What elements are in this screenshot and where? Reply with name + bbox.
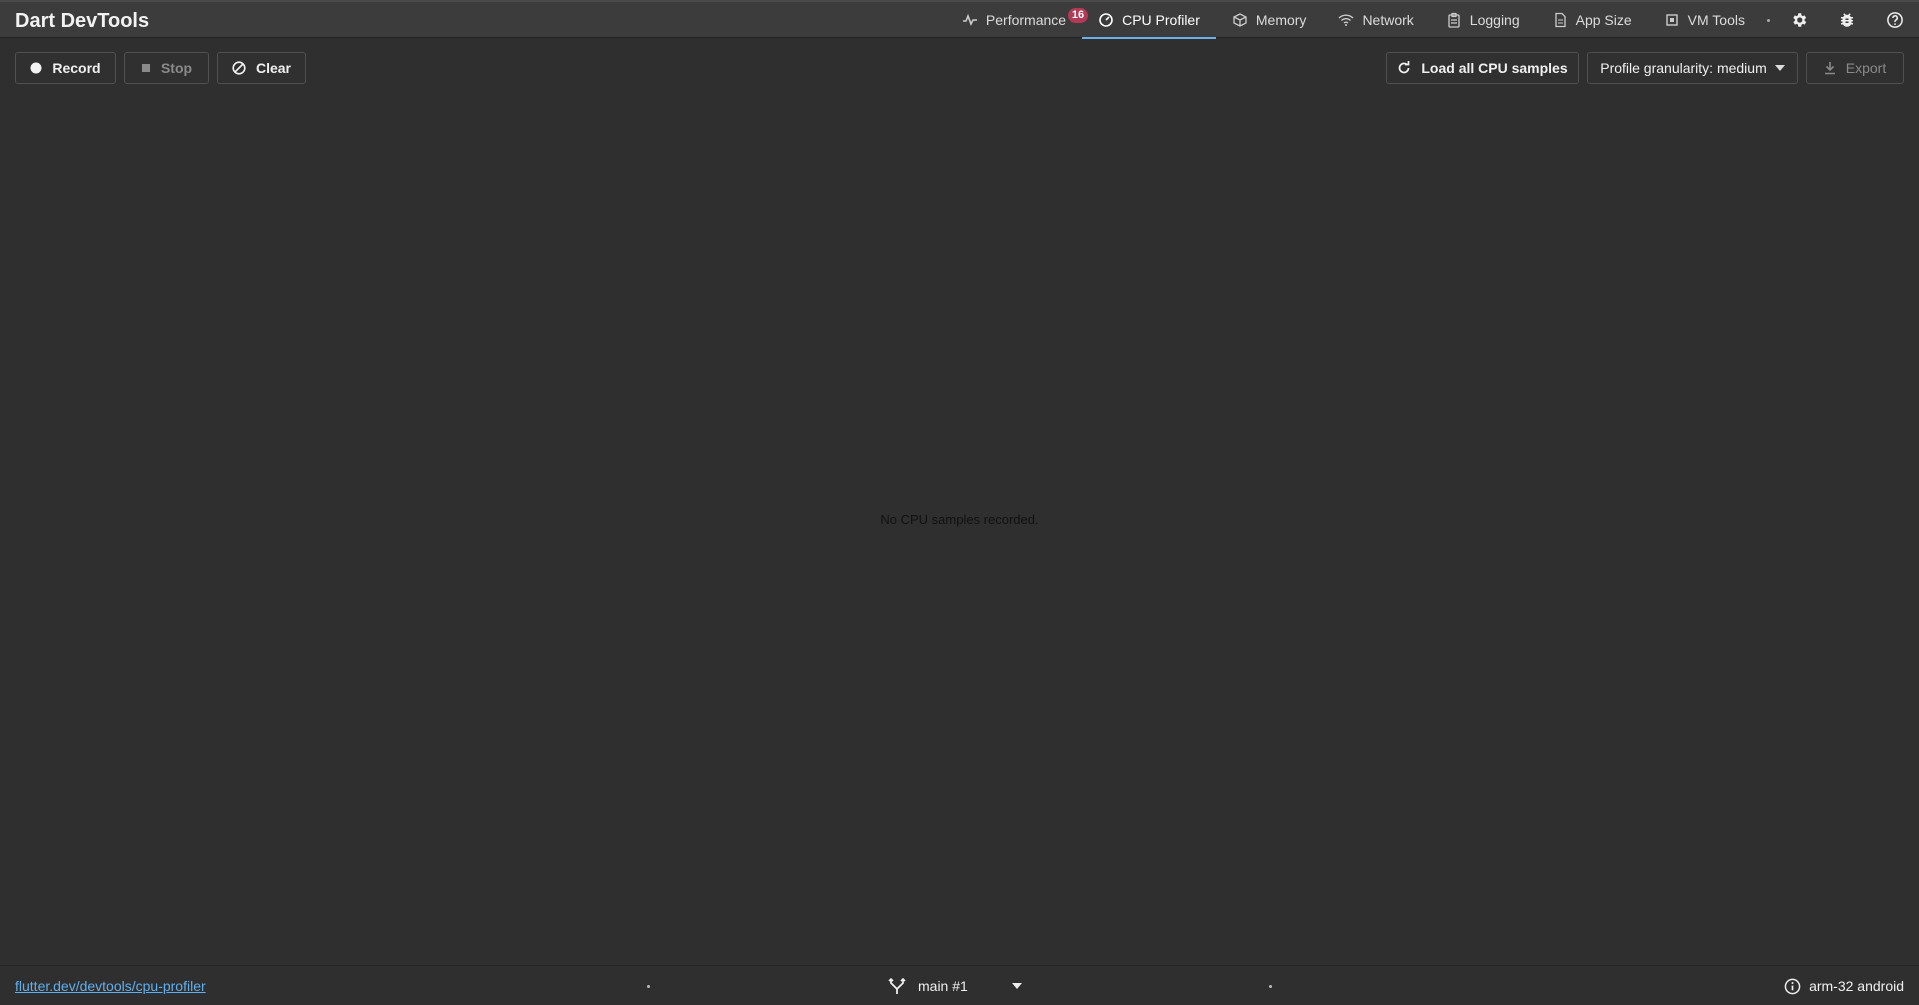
clear-button[interactable]: Clear — [217, 52, 306, 84]
granularity-dropdown[interactable]: Profile granularity: medium — [1587, 52, 1798, 84]
fork-icon — [888, 977, 906, 995]
tab-label: CPU Profiler — [1122, 12, 1200, 28]
stop-label: Stop — [160, 60, 193, 76]
device-info: arm-32 android — [1784, 974, 1904, 998]
stop-button[interactable]: Stop — [124, 52, 209, 84]
download-icon — [1824, 61, 1836, 75]
help-icon[interactable] — [1871, 2, 1919, 38]
separator-dot — [1269, 985, 1272, 988]
box-icon — [1232, 12, 1248, 28]
tab-app-size[interactable]: App Size — [1536, 2, 1648, 38]
tab-cpu-profiler[interactable]: CPU Profiler — [1082, 2, 1216, 39]
clipboard-icon — [1446, 12, 1462, 28]
tab-label: Performance — [985, 12, 1067, 28]
chevron-down-icon — [1774, 65, 1785, 71]
info-icon[interactable] — [1784, 978, 1801, 995]
docs-link[interactable]: flutter.dev/devtools/cpu-profiler — [15, 978, 206, 994]
header-bar: Dart DevTools Performance 16 CPU Profile… — [0, 0, 1919, 39]
tab-label: Memory — [1255, 12, 1307, 28]
file-icon — [1552, 12, 1568, 28]
isolate-selector[interactable]: main #1 — [888, 974, 1022, 998]
block-icon — [232, 61, 246, 75]
tab-label: Network — [1362, 12, 1414, 28]
tab-logging[interactable]: Logging — [1430, 2, 1536, 38]
stop-icon — [141, 63, 151, 73]
overflow-dot — [1761, 18, 1775, 22]
clear-label: Clear — [255, 60, 292, 76]
devtools-app: Dart DevTools Performance 16 CPU Profile… — [0, 0, 1919, 1005]
bug-icon[interactable] — [1823, 2, 1871, 38]
app-title: Dart DevTools — [15, 10, 150, 32]
export-button[interactable]: Export — [1806, 52, 1904, 84]
device-label: arm-32 android — [1809, 978, 1904, 994]
record-button[interactable]: Record — [15, 52, 116, 84]
chevron-down-icon — [1011, 983, 1022, 989]
isolate-label: main #1 — [918, 978, 968, 994]
pulse-icon — [962, 12, 978, 28]
record-label: Record — [52, 60, 101, 76]
wifi-icon — [1338, 12, 1354, 28]
refresh-icon — [1397, 61, 1411, 75]
gear-icon[interactable] — [1775, 2, 1823, 38]
load-all-samples-button[interactable]: Load all CPU samples — [1386, 52, 1579, 84]
record-icon — [30, 62, 42, 74]
granularity-label: Profile granularity: medium — [1600, 60, 1767, 76]
tab-bar: Performance 16 CPU Profiler Memory Netwo… — [946, 2, 1919, 39]
chip-icon — [1664, 12, 1680, 28]
status-bar: flutter.dev/devtools/cpu-profiler main #… — [0, 965, 1919, 1005]
gauge-icon — [1098, 12, 1114, 28]
tab-label: VM Tools — [1687, 12, 1745, 28]
tab-performance[interactable]: Performance 16 — [946, 2, 1089, 38]
tab-label: Logging — [1469, 12, 1520, 28]
tab-memory[interactable]: Memory — [1216, 2, 1323, 38]
export-label: Export — [1845, 60, 1887, 76]
tab-network[interactable]: Network — [1322, 2, 1429, 38]
tab-vm-tools[interactable]: VM Tools — [1648, 2, 1761, 38]
tab-label: App Size — [1575, 12, 1632, 28]
load-all-label: Load all CPU samples — [1421, 60, 1568, 76]
separator-dot — [647, 985, 650, 988]
empty-state-message: No CPU samples recorded. — [880, 512, 1039, 527]
